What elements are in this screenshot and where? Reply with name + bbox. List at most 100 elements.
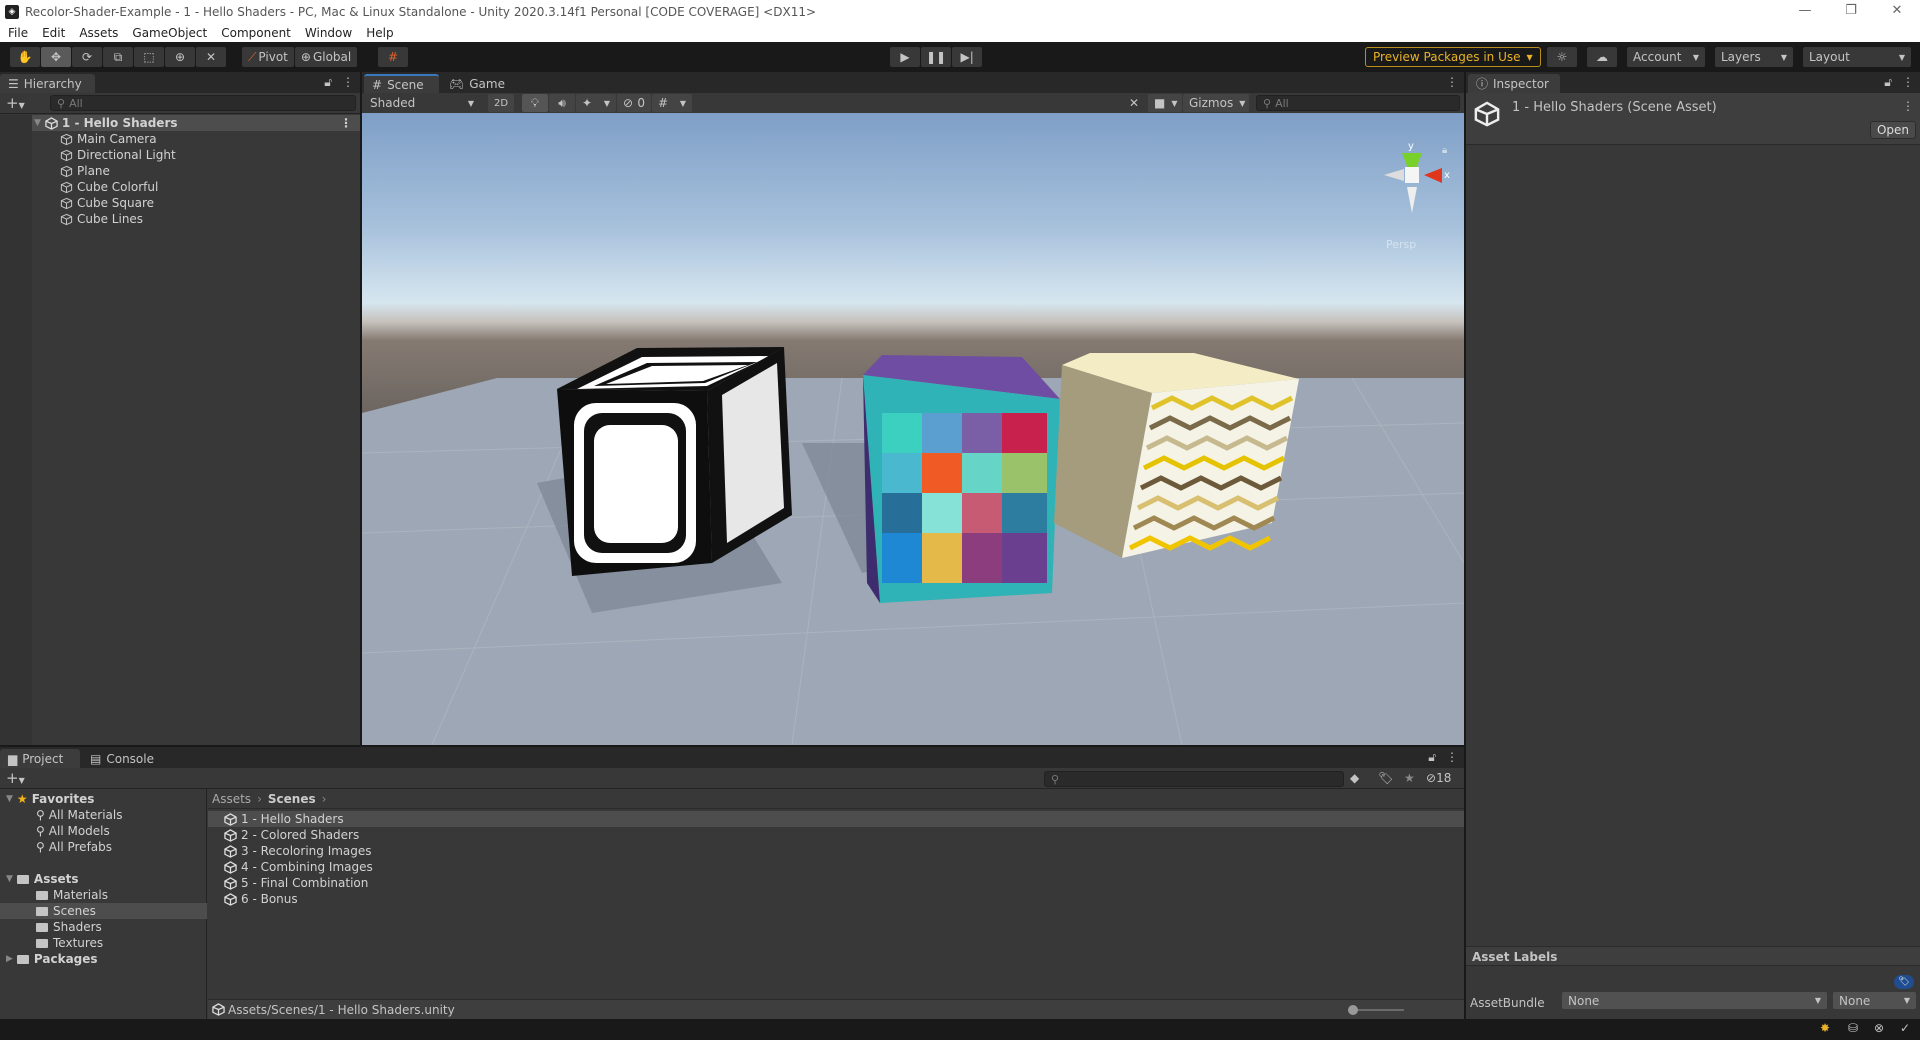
expand-arrow-icon[interactable]: ▼: [6, 874, 13, 884]
expand-arrow-icon[interactable]: ▶: [6, 954, 13, 964]
effects-dropdown[interactable]: ✦ ▼: [576, 94, 616, 112]
create-button[interactable]: +▼: [6, 94, 25, 112]
menu-gameobject[interactable]: GameObject: [124, 26, 213, 40]
light-settings-button[interactable]: ☼: [1547, 47, 1577, 67]
bug-report-icon[interactable]: ✸: [1820, 1021, 1830, 1035]
progress-check-icon[interactable]: ✓: [1900, 1021, 1910, 1035]
more-icon[interactable]: ⋮: [342, 75, 354, 90]
restore-button[interactable]: ❐: [1828, 0, 1874, 24]
favorite-item[interactable]: ⚲ All Models: [0, 823, 207, 839]
expand-arrow-icon[interactable]: ▼: [6, 794, 13, 804]
menu-assets[interactable]: Assets: [71, 26, 124, 40]
gizmos-dropdown[interactable]: Gizmos ▼: [1183, 94, 1249, 112]
tab-scene[interactable]: # Scene: [364, 74, 439, 93]
favorite-star-icon[interactable]: ★: [1404, 771, 1415, 785]
neg-y-axis-cone[interactable]: [1407, 187, 1417, 213]
filter-by-type-icon[interactable]: ◆: [1350, 771, 1359, 785]
scene-viewport[interactable]: y x Persp 🔒︎: [362, 113, 1464, 745]
hierarchy-item[interactable]: Cube Colorful: [60, 179, 360, 195]
cube-colorful[interactable]: [863, 355, 1060, 603]
lock-icon[interactable]: 🔓︎: [1428, 750, 1436, 765]
layers-dropdown[interactable]: Layers ▼: [1715, 47, 1793, 67]
create-button[interactable]: +▼: [6, 769, 25, 787]
hierarchy-item[interactable]: Directional Light: [60, 147, 360, 163]
asset-bundle-dropdown[interactable]: None ▼: [1562, 992, 1827, 1009]
more-icon[interactable]: ⋮: [1902, 75, 1914, 90]
file-item[interactable]: 5 - Final Combination: [208, 875, 1464, 891]
label-tag-button[interactable]: 🏷︎: [1894, 975, 1914, 989]
tab-inspector[interactable]: ⓘ Inspector: [1468, 74, 1560, 93]
project-search-input[interactable]: ⚲: [1044, 771, 1344, 787]
tab-game[interactable]: 🎮︎ Game: [441, 74, 511, 93]
file-item[interactable]: 6 - Bonus: [208, 891, 1464, 907]
favorite-item[interactable]: ⚲ All Materials: [0, 807, 207, 823]
folder-item[interactable]: Shaders: [0, 919, 207, 935]
auto-generate-lighting-icon[interactable]: ⊗: [1874, 1021, 1884, 1035]
file-item[interactable]: 4 - Combining Images: [208, 859, 1464, 875]
hierarchy-search-input[interactable]: ⚲ All: [50, 95, 356, 111]
account-dropdown[interactable]: Account ▼: [1627, 47, 1705, 67]
folder-item[interactable]: Textures: [0, 935, 207, 951]
tools-button[interactable]: ✕: [1122, 94, 1146, 112]
cache-server-icon[interactable]: ⛁: [1848, 1021, 1858, 1035]
menu-window[interactable]: Window: [297, 26, 358, 40]
favorite-item[interactable]: ⚲ All Prefabs: [0, 839, 207, 855]
minimize-button[interactable]: —: [1782, 0, 1828, 24]
filter-by-label-icon[interactable]: 🏷︎: [1378, 771, 1393, 785]
more-icon[interactable]: ⋮: [1446, 750, 1458, 765]
icon-size-slider[interactable]: [1348, 1005, 1404, 1015]
grid-dropdown[interactable]: # ▼: [652, 94, 692, 112]
close-button[interactable]: ✕: [1874, 0, 1920, 24]
step-button[interactable]: ▶|: [952, 47, 983, 67]
2d-toggle[interactable]: 2D: [488, 94, 514, 112]
hierarchy-item[interactable]: Main Camera: [60, 131, 360, 147]
custom-tool-button[interactable]: ✕: [196, 47, 226, 67]
pause-button[interactable]: ❚❚: [921, 47, 952, 67]
open-button[interactable]: Open: [1869, 121, 1916, 139]
file-item[interactable]: 1 - Hello Shaders: [208, 811, 1464, 827]
favorites-row[interactable]: ▼ ★ Favorites: [0, 791, 207, 807]
menu-edit[interactable]: Edit: [34, 26, 71, 40]
breadcrumb-scenes[interactable]: Scenes: [268, 792, 316, 806]
hierarchy-item[interactable]: Cube Square: [60, 195, 360, 211]
pivot-toggle[interactable]: ⟋ Pivot: [242, 47, 294, 67]
gizmo-center-cube[interactable]: [1405, 167, 1419, 183]
menu-component[interactable]: Component: [213, 26, 297, 40]
scale-tool-button[interactable]: ⧉: [103, 47, 133, 67]
layout-dropdown[interactable]: Layout ▼: [1803, 47, 1911, 67]
breadcrumb-assets[interactable]: Assets: [212, 792, 251, 806]
lock-icon[interactable]: 🔓︎: [324, 75, 332, 90]
hierarchy-item[interactable]: Cube Lines: [60, 211, 360, 227]
transform-tool-button[interactable]: ⊕: [165, 47, 195, 67]
tab-project[interactable]: ▆ Project: [0, 749, 80, 768]
camera-dropdown[interactable]: ■ ▼: [1148, 94, 1182, 112]
rotate-tool-button[interactable]: ⟳: [72, 47, 102, 67]
folder-item[interactable]: Materials: [0, 887, 207, 903]
assets-row[interactable]: ▼ Assets: [0, 871, 207, 887]
tab-console[interactable]: ▤ Console: [82, 749, 162, 768]
more-icon[interactable]: ⋮: [340, 116, 352, 130]
scene-row[interactable]: ▼ 1 - Hello Shaders ⋮: [32, 115, 360, 131]
preview-packages-button[interactable]: Preview Packages in Use ▼: [1365, 47, 1541, 67]
hand-tool-button[interactable]: ✋: [10, 47, 40, 67]
move-tool-button[interactable]: ✥: [41, 47, 71, 67]
rect-tool-button[interactable]: ⬚: [134, 47, 164, 67]
folder-item[interactable]: Scenes: [0, 903, 207, 919]
global-toggle[interactable]: ⊕ Global: [294, 47, 358, 67]
expand-arrow-icon[interactable]: ▼: [34, 118, 41, 128]
grid-snap-button[interactable]: #: [378, 47, 408, 67]
slider-knob[interactable]: [1348, 1005, 1358, 1015]
tab-hierarchy[interactable]: ☰ Hierarchy: [0, 74, 95, 93]
hierarchy-item[interactable]: Plane: [60, 163, 360, 179]
neg-x-axis-cone[interactable]: [1384, 169, 1404, 181]
asset-bundle-variant-dropdown[interactable]: None ▼: [1833, 992, 1916, 1009]
lighting-toggle[interactable]: 💡︎: [522, 94, 548, 112]
menu-file[interactable]: File: [0, 26, 34, 40]
file-item[interactable]: 2 - Colored Shaders: [208, 827, 1464, 843]
projection-label[interactable]: Persp: [1386, 238, 1416, 251]
hidden-objects-toggle[interactable]: ⊘ 0: [617, 94, 651, 112]
lock-icon[interactable]: 🔓︎: [1884, 75, 1892, 90]
more-icon[interactable]: ⋮: [1446, 75, 1458, 89]
hidden-packages-toggle[interactable]: ⊘18: [1426, 771, 1451, 785]
menu-help[interactable]: Help: [358, 26, 399, 40]
